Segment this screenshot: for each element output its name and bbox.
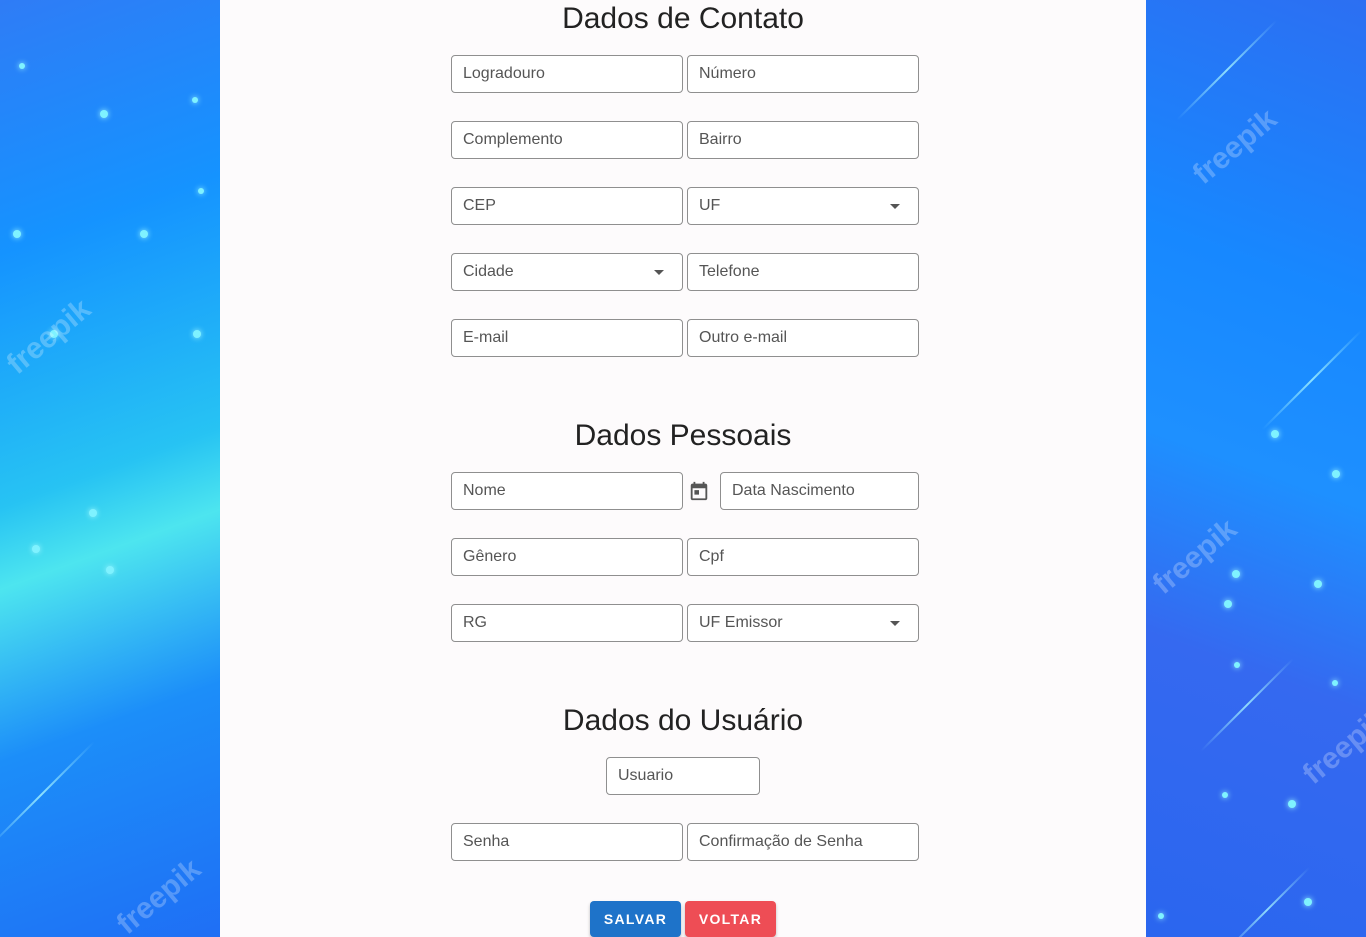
complemento-input[interactable] <box>452 122 682 158</box>
cidade-select-input[interactable] <box>452 254 682 290</box>
logradouro-field[interactable] <box>451 55 683 93</box>
cep-field[interactable] <box>451 187 683 225</box>
chevron-down-icon[interactable] <box>654 270 664 275</box>
cpf-input[interactable] <box>688 539 918 575</box>
outro-email-field[interactable] <box>687 319 919 357</box>
uf-emissor-select[interactable] <box>687 604 919 642</box>
calendar-icon[interactable] <box>688 480 710 502</box>
section-title-personal: Dados Pessoais <box>574 419 792 452</box>
confirmacao-senha-field[interactable] <box>687 823 919 861</box>
email-field[interactable] <box>451 319 683 357</box>
usuario-input[interactable] <box>607 758 759 794</box>
cep-input[interactable] <box>452 188 682 224</box>
watermark: freepik <box>1186 102 1284 191</box>
chevron-down-icon[interactable] <box>890 204 900 209</box>
data-nascimento-input[interactable] <box>721 473 918 509</box>
uf-emissor-select-input[interactable] <box>688 605 918 641</box>
email-input[interactable] <box>452 320 682 356</box>
logradouro-input[interactable] <box>452 56 682 92</box>
background-right: freepik freepik freepik <box>1146 0 1366 937</box>
watermark: freepik <box>0 292 98 381</box>
cidade-select[interactable] <box>451 253 683 291</box>
cpf-field[interactable] <box>687 538 919 576</box>
telefone-input[interactable] <box>688 254 918 290</box>
genero-input[interactable] <box>452 539 682 575</box>
form-panel: Dados de Contato Dados Pessoais <box>220 0 1146 937</box>
nome-input[interactable] <box>452 473 682 509</box>
genero-field[interactable] <box>451 538 683 576</box>
bairro-input[interactable] <box>688 122 918 158</box>
confirmacao-senha-input[interactable] <box>688 824 918 860</box>
data-nascimento-field[interactable] <box>720 472 919 510</box>
complemento-field[interactable] <box>451 121 683 159</box>
outro-email-input[interactable] <box>688 320 918 356</box>
section-title-contact: Dados de Contato <box>562 2 804 35</box>
usuario-field[interactable] <box>606 757 760 795</box>
section-title-user: Dados do Usuário <box>562 704 804 737</box>
chevron-down-icon[interactable] <box>890 621 900 626</box>
rg-input[interactable] <box>452 605 682 641</box>
telefone-field[interactable] <box>687 253 919 291</box>
nome-field[interactable] <box>451 472 683 510</box>
background-left: freepik freepik <box>0 0 220 937</box>
senha-field[interactable] <box>451 823 683 861</box>
watermark: freepik <box>1146 512 1244 601</box>
senha-input[interactable] <box>452 824 682 860</box>
back-button[interactable]: VOLTAR <box>685 901 776 937</box>
watermark: freepik <box>110 852 208 937</box>
uf-select-input[interactable] <box>688 188 918 224</box>
uf-select[interactable] <box>687 187 919 225</box>
numero-field[interactable] <box>687 55 919 93</box>
watermark: freepik <box>1296 702 1366 791</box>
rg-field[interactable] <box>451 604 683 642</box>
save-button[interactable]: SALVAR <box>590 901 681 937</box>
numero-input[interactable] <box>688 56 918 92</box>
bairro-field[interactable] <box>687 121 919 159</box>
